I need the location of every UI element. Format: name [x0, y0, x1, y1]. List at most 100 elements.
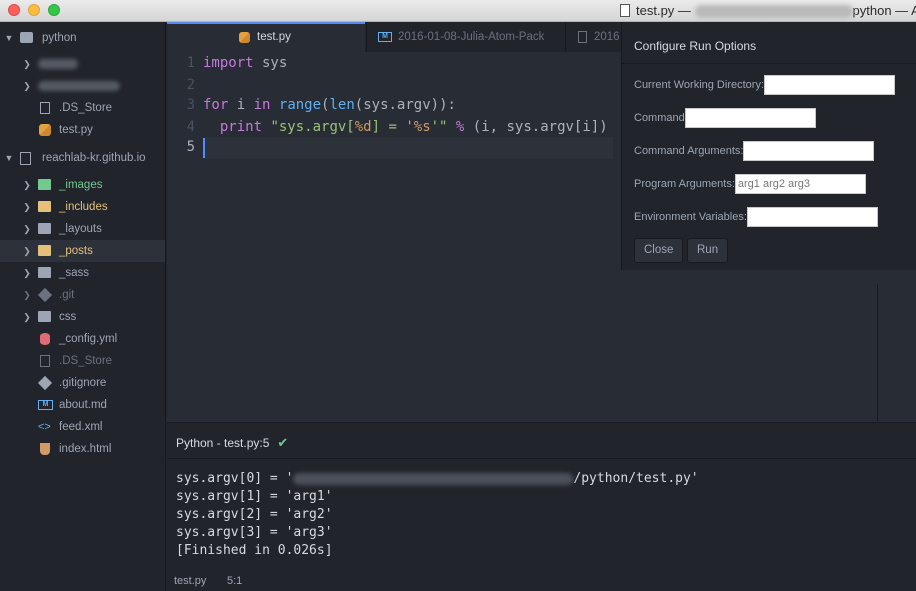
chevron-right-icon: ❯ [23, 246, 31, 256]
status-file[interactable]: test.py [174, 571, 206, 591]
repo-icon [20, 32, 33, 43]
tree-view: ▼ python ❯ ❯ .DS_Store test.py ▼ reachla… [0, 22, 166, 591]
command-arguments-label: Command Arguments: [634, 145, 744, 157]
redacted-path [293, 472, 574, 485]
code-line-4[interactable]: print "sys.argv[%d] = '%s'" % (i, sys.ar… [203, 119, 608, 135]
redacted-folder-name [38, 81, 120, 91]
tree-file-test-py[interactable]: test.py [0, 119, 165, 141]
output-title: Python - test.py:5 ✔ [176, 435, 289, 450]
tree-folder-css[interactable]: ❯ css [0, 306, 165, 328]
script-output-panel: Python - test.py:5 ✔ sys.argv[0] = '/pyth… [167, 422, 916, 591]
cursor-line-highlight [203, 137, 613, 159]
tree-file-feed-xml[interactable]: <> feed.xml [0, 416, 165, 438]
close-button[interactable]: Close [634, 238, 684, 263]
environment-variables-row: Environment Variables: [634, 207, 878, 227]
database-icon [40, 333, 50, 345]
line-number-current: 5 [186, 139, 195, 155]
line-number: 1 [186, 55, 195, 71]
window-title: test.py — python — At [620, 2, 916, 19]
tree-folder-redacted-2[interactable]: ❯ [0, 75, 165, 97]
file-icon [40, 102, 50, 114]
output-line-3: sys.argv[3] = 'arg3' [176, 525, 333, 540]
environment-variables-label: Environment Variables: [634, 211, 747, 223]
repo-icon [20, 152, 31, 165]
command-label: Command [634, 112, 685, 124]
tree-root-python[interactable]: ▼ python [0, 27, 165, 49]
program-arguments-label: Program Arguments: [634, 178, 735, 190]
output-finished-line: [Finished in 0.026s] [176, 543, 333, 558]
window-titlebar: test.py — python — At [0, 0, 916, 22]
code-line-3[interactable]: for i in range(len(sys.argv)): [203, 97, 456, 113]
file-icon [40, 355, 50, 367]
text-cursor [203, 138, 205, 158]
cwd-label: Current Working Directory: [634, 79, 764, 91]
tree-folder-layouts[interactable]: ❯ _layouts [0, 218, 165, 240]
checkmark-icon: ✔ [277, 435, 289, 450]
folder-icon [38, 267, 51, 278]
command-row: Command [634, 108, 816, 128]
tree-root-reachlab[interactable]: ▼ reachlab-kr.github.io [0, 147, 165, 169]
program-arguments-input[interactable]: arg1 arg2 arg3 [734, 174, 866, 194]
line-number: 4 [186, 119, 195, 135]
chevron-right-icon: ❯ [23, 202, 31, 212]
close-window-button[interactable] [8, 4, 20, 16]
zoom-window-button[interactable] [48, 4, 60, 16]
tab-2016[interactable]: 2016 [565, 22, 622, 52]
output-line-0: sys.argv[0] = '/python/test.py' [176, 471, 699, 486]
status-cursor-position[interactable]: 5:1 [227, 571, 242, 591]
status-bar: test.py 5:1 [167, 571, 916, 591]
run-button[interactable]: Run [687, 238, 729, 263]
code-line-1[interactable]: import sys [203, 55, 287, 71]
output-line-2: sys.argv[2] = 'arg2' [176, 507, 333, 522]
chevron-down-icon: ▼ [4, 33, 14, 43]
line-number: 3 [186, 97, 195, 113]
tree-file-gitignore[interactable]: .gitignore [0, 372, 165, 394]
minimize-window-button[interactable] [28, 4, 40, 16]
chevron-right-icon: ❯ [23, 180, 31, 190]
tree-folder-images[interactable]: ❯ _images [0, 174, 165, 196]
folder-icon [38, 179, 51, 190]
git-icon [37, 375, 53, 391]
tree-file-about-md[interactable]: M about.md [0, 394, 165, 416]
chevron-down-icon: ▼ [4, 153, 14, 163]
tree-folder-sass[interactable]: ❯ _sass [0, 262, 165, 284]
chevron-right-icon: ❯ [23, 312, 31, 322]
tree-file-ds-store[interactable]: .DS_Store [0, 97, 165, 119]
tree-folder-git[interactable]: ❯ .git [0, 284, 165, 306]
program-arguments-row: Program Arguments: arg1 arg2 arg3 [634, 174, 866, 194]
redacted-folder-name [38, 59, 78, 69]
code-icon: <> [38, 421, 51, 433]
command-input[interactable] [684, 108, 816, 128]
tree-folder-redacted-1[interactable]: ❯ [0, 53, 165, 75]
run-options-title: Configure Run Options [634, 39, 757, 53]
tree-file-index-html[interactable]: index.html [0, 438, 165, 460]
tab-julia-atom-pack[interactable]: M 2016-01-08-Julia-Atom-Pack [366, 22, 565, 52]
run-options-panel: Configure Run Options Current Working Di… [621, 22, 916, 270]
tree-file-ds-store-2[interactable]: .DS_Store [0, 350, 165, 372]
html5-icon [40, 443, 50, 455]
tree-folder-posts[interactable]: ❯ _posts [0, 240, 165, 262]
git-icon [37, 287, 53, 303]
chevron-right-icon: ❯ [23, 290, 31, 300]
document-icon [620, 4, 630, 17]
chevron-right-icon: ❯ [23, 59, 31, 69]
folder-icon [38, 245, 51, 256]
python-icon [39, 124, 51, 136]
environment-variables-input[interactable] [746, 207, 878, 227]
tree-folder-includes[interactable]: ❯ _includes [0, 196, 165, 218]
tree-file-config-yml[interactable]: _config.yml [0, 328, 165, 350]
output-line-1: sys.argv[1] = 'arg1' [176, 489, 333, 504]
run-options-header: Configure Run Options [622, 22, 916, 64]
chevron-right-icon: ❯ [23, 224, 31, 234]
line-number: 2 [186, 77, 195, 93]
file-icon [578, 31, 587, 43]
cwd-row: Current Working Directory: [634, 75, 895, 95]
folder-icon [38, 223, 51, 234]
output-header: Python - test.py:5 ✔ [167, 422, 916, 459]
markdown-icon: M [378, 32, 392, 42]
tab-test-py[interactable]: test.py [167, 22, 365, 52]
cwd-input[interactable] [764, 75, 895, 95]
command-arguments-input[interactable] [743, 141, 875, 161]
chevron-right-icon: ❯ [23, 81, 31, 91]
python-icon [239, 32, 250, 43]
